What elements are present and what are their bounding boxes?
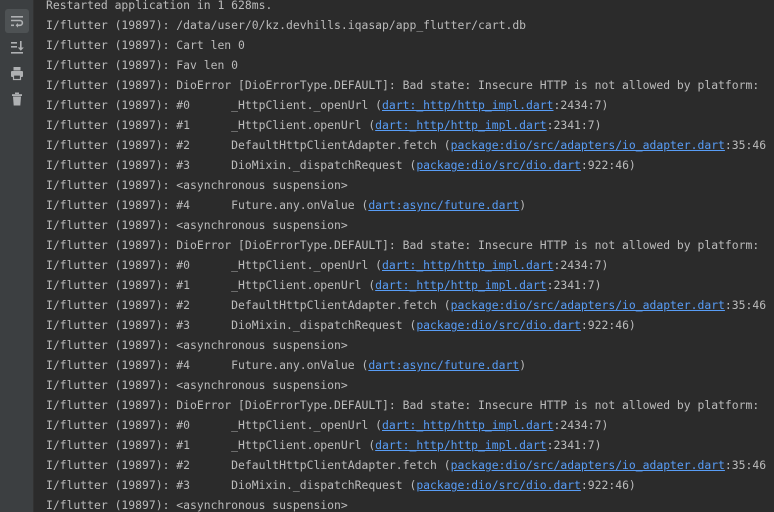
console-text: :2434:7): [553, 258, 609, 272]
console-text: :2434:7): [553, 98, 609, 112]
console-text: :2341:7): [546, 118, 602, 132]
console-line: I/flutter (19897): DioError [DioErrorTyp…: [46, 235, 759, 255]
console-line: I/flutter (19897): #3 DioMixin._dispatch…: [46, 315, 636, 335]
soft-wrap-button[interactable]: [5, 9, 29, 33]
console-text: I/flutter (19897): DioError [DioErrorTyp…: [46, 78, 760, 92]
console-text: I/flutter (19897): /data/user/0/kz.devhi…: [46, 18, 527, 32]
console-text: I/flutter (19897): #0 _HttpClient._openU…: [46, 98, 383, 112]
console-text: I/flutter (19897): #0 _HttpClient._openU…: [46, 258, 383, 272]
console-toolbar: [0, 0, 34, 512]
console-line: I/flutter (19897): DioError [DioErrorTyp…: [46, 75, 759, 95]
console-text: :2434:7): [553, 418, 609, 432]
console-text: I/flutter (19897): #2 DefaultHttpClientA…: [46, 298, 451, 312]
console-text: I/flutter (19897): #1 _HttpClient.openUr…: [46, 278, 376, 292]
scroll-to-end-icon: [11, 41, 24, 54]
console-line: I/flutter (19897): <asynchronous suspens…: [46, 375, 348, 395]
console-text: I/flutter (19897): <asynchronous suspens…: [46, 218, 348, 232]
source-link[interactable]: dart:_http/http_impl.dart: [375, 118, 546, 132]
console-text: I/flutter (19897): #4 Future.any.onValue…: [46, 358, 369, 372]
console-text: :35:46: [724, 138, 767, 152]
console-text: I/flutter (19897): #3 DioMixin._dispatch…: [46, 158, 417, 172]
console-text: I/flutter (19897): #3 DioMixin._dispatch…: [46, 478, 417, 492]
console-output[interactable]: Restarted application in 1 628ms. I/flutt…: [34, 0, 774, 512]
console-text: :35:46: [724, 298, 767, 312]
console-line: I/flutter (19897): <asynchronous suspens…: [46, 175, 348, 195]
console-line: Restarted application in 1 628ms.: [46, 0, 272, 15]
console-line: I/flutter (19897): <asynchronous suspens…: [46, 215, 348, 235]
source-link[interactable]: dart:_http/http_impl.dart: [382, 418, 553, 432]
console-line: I/flutter (19897): /data/user/0/kz.devhi…: [46, 15, 526, 35]
source-link[interactable]: dart:_http/http_impl.dart: [382, 258, 553, 272]
source-link[interactable]: dart:_http/http_impl.dart: [375, 438, 546, 452]
console-line: I/flutter (19897): #4 Future.any.onValue…: [46, 355, 526, 375]
source-link[interactable]: dart:_http/http_impl.dart: [382, 98, 553, 112]
console-line: I/flutter (19897): #1 _HttpClient.openUr…: [46, 115, 602, 135]
console-line: I/flutter (19897): Cart len 0: [46, 35, 245, 55]
console-text: I/flutter (19897): DioError [DioErrorTyp…: [46, 238, 760, 252]
clear-all-button[interactable]: [5, 87, 29, 111]
console-line: I/flutter (19897): #1 _HttpClient.openUr…: [46, 435, 602, 455]
console-line: I/flutter (19897): #2 DefaultHttpClientA…: [46, 295, 766, 315]
console-text: :35:46: [724, 458, 767, 472]
scroll-to-end-button[interactable]: [5, 35, 29, 59]
console-text: ): [519, 358, 527, 372]
console-text: ): [519, 198, 527, 212]
console-line: I/flutter (19897): #0 _HttpClient._openU…: [46, 415, 608, 435]
console-text: I/flutter (19897): #4 Future.any.onValue…: [46, 198, 369, 212]
console-text: :2341:7): [546, 278, 602, 292]
console-text: I/flutter (19897): Fav len 0: [46, 58, 239, 72]
console-text: I/flutter (19897): <asynchronous suspens…: [46, 338, 348, 352]
console-text: I/flutter (19897): <asynchronous suspens…: [46, 498, 348, 512]
console-text: :922:46): [580, 158, 636, 172]
console-line: I/flutter (19897): #3 DioMixin._dispatch…: [46, 155, 636, 175]
console-line: I/flutter (19897): #1 _HttpClient.openUr…: [46, 275, 602, 295]
console-text: :922:46): [580, 478, 636, 492]
source-link[interactable]: package:dio/src/adapters/io_adapter.dart: [451, 138, 725, 152]
console-line: I/flutter (19897): Fav len 0: [46, 55, 238, 75]
console-line: I/flutter (19897): #0 _HttpClient._openU…: [46, 95, 608, 115]
console-text: :922:46): [580, 318, 636, 332]
console-text: I/flutter (19897): #3 DioMixin._dispatch…: [46, 318, 417, 332]
console-line: I/flutter (19897): #0 _HttpClient._openU…: [46, 255, 608, 275]
console-text: Restarted application in 1 628ms.: [46, 0, 273, 12]
console-text: I/flutter (19897): #2 DefaultHttpClientA…: [46, 458, 451, 472]
source-link[interactable]: dart:async/future.dart: [368, 358, 519, 372]
source-link[interactable]: package:dio/src/adapters/io_adapter.dart: [451, 458, 725, 472]
console-line: I/flutter (19897): <asynchronous suspens…: [46, 335, 348, 355]
console-line: I/flutter (19897): #2 DefaultHttpClientA…: [46, 455, 766, 475]
console-line: I/flutter (19897): #2 DefaultHttpClientA…: [46, 135, 766, 155]
console-text: I/flutter (19897): <asynchronous suspens…: [46, 378, 348, 392]
console-text: I/flutter (19897): DioError [DioErrorTyp…: [46, 398, 760, 412]
soft-wrap-icon: [11, 16, 24, 28]
source-link[interactable]: dart:async/future.dart: [368, 198, 519, 212]
source-link[interactable]: package:dio/src/adapters/io_adapter.dart: [451, 298, 725, 312]
print-icon: [11, 67, 23, 81]
source-link[interactable]: package:dio/src/dio.dart: [416, 158, 581, 172]
console-text: I/flutter (19897): #0 _HttpClient._openU…: [46, 418, 383, 432]
console-text: :2341:7): [546, 438, 602, 452]
console-text: I/flutter (19897): <asynchronous suspens…: [46, 178, 348, 192]
trash-icon: [12, 92, 22, 106]
console-line: I/flutter (19897): DioError [DioErrorTyp…: [46, 395, 759, 415]
console-text: I/flutter (19897): #1 _HttpClient.openUr…: [46, 118, 376, 132]
console-text: I/flutter (19897): #2 DefaultHttpClientA…: [46, 138, 451, 152]
print-button[interactable]: [5, 61, 29, 85]
source-link[interactable]: package:dio/src/dio.dart: [416, 318, 581, 332]
console-line: I/flutter (19897): <asynchronous suspens…: [46, 495, 348, 512]
console-line: I/flutter (19897): #3 DioMixin._dispatch…: [46, 475, 636, 495]
console-text: I/flutter (19897): #1 _HttpClient.openUr…: [46, 438, 376, 452]
source-link[interactable]: package:dio/src/dio.dart: [416, 478, 581, 492]
console-text: I/flutter (19897): Cart len 0: [46, 38, 245, 52]
source-link[interactable]: dart:_http/http_impl.dart: [375, 278, 546, 292]
console-line: I/flutter (19897): #4 Future.any.onValue…: [46, 195, 526, 215]
